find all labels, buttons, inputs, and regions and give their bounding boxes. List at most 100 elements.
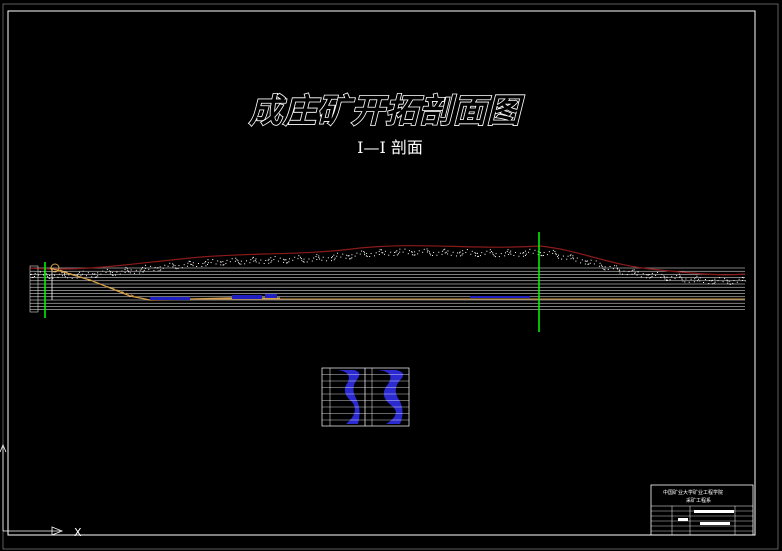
soil-dot xyxy=(447,253,449,255)
soil-dot xyxy=(562,255,564,257)
soil-dot xyxy=(699,280,701,282)
soil-dot xyxy=(85,275,87,277)
soil-dot xyxy=(381,249,383,251)
soil-dot xyxy=(412,254,414,256)
soil-dot xyxy=(139,272,141,274)
soil-dot xyxy=(513,254,515,256)
soil-dot xyxy=(97,272,99,274)
soil-dot xyxy=(267,259,269,261)
soil-dot xyxy=(561,258,563,260)
soil-dot xyxy=(93,273,95,275)
soil-dot xyxy=(215,263,217,265)
soil-dot xyxy=(674,278,676,280)
soil-dot xyxy=(523,252,525,254)
soil-dot xyxy=(682,280,684,282)
soil-dot xyxy=(91,276,93,278)
soil-dot xyxy=(651,275,653,277)
soil-dot xyxy=(637,271,639,273)
soil-dot xyxy=(490,250,492,252)
ucs-axis-icon: X xyxy=(0,443,82,539)
soil-dot xyxy=(741,279,743,281)
soil-dot xyxy=(292,259,294,261)
soil-dot xyxy=(148,268,150,270)
soil-dot xyxy=(712,283,714,285)
soil-dot xyxy=(552,249,554,251)
soil-dot xyxy=(433,251,435,253)
cad-drawing-canvas[interactable]: X xyxy=(0,0,782,551)
soil-dot xyxy=(157,270,159,272)
soil-dot xyxy=(679,275,681,277)
soil-dot xyxy=(284,259,286,261)
soil-dot xyxy=(456,252,458,254)
soil-dot xyxy=(495,253,497,255)
soil-dot xyxy=(696,275,698,277)
soil-dot xyxy=(142,271,144,273)
soil-dot xyxy=(124,268,126,270)
soil-dot xyxy=(207,259,209,261)
soil-dot xyxy=(461,254,463,256)
soil-dot xyxy=(711,279,713,281)
soil-dot xyxy=(525,255,527,257)
soil-dot xyxy=(268,262,270,264)
soil-dot xyxy=(573,258,575,260)
soil-dot xyxy=(330,257,332,259)
soil-dot xyxy=(722,281,724,283)
soil-dot xyxy=(102,270,104,272)
soil-dot xyxy=(285,262,287,264)
soil-dot xyxy=(690,278,692,280)
soil-dot xyxy=(510,250,512,252)
soil-dot xyxy=(31,273,33,275)
svg-text:X: X xyxy=(74,526,82,539)
soil-dot xyxy=(49,278,51,280)
soil-dot xyxy=(742,276,744,278)
soil-dot xyxy=(445,251,447,253)
soil-dot xyxy=(695,277,697,279)
title-block-line1: 中国矿业大学矿业工程学院 xyxy=(663,490,724,496)
soil-dot xyxy=(346,254,348,256)
soil-dot xyxy=(602,267,604,269)
soil-dot xyxy=(126,268,128,270)
soil-dot xyxy=(112,274,114,276)
soil-dot xyxy=(666,279,668,281)
soil-dot xyxy=(316,254,318,256)
soil-dot xyxy=(299,256,301,258)
soil-dot xyxy=(336,255,338,257)
soil-dot xyxy=(205,265,207,267)
soil-dot xyxy=(681,278,683,280)
soil-dot xyxy=(172,266,174,268)
soil-dot xyxy=(286,262,288,264)
soil-dot xyxy=(340,256,342,258)
soil-dot xyxy=(106,269,108,271)
soil-dot xyxy=(331,256,333,258)
soil-dot xyxy=(39,271,41,273)
soil-dot xyxy=(724,278,726,280)
soil-dot xyxy=(426,251,428,253)
soil-dot xyxy=(34,275,36,277)
soil-dot xyxy=(614,265,616,267)
soil-dot xyxy=(303,261,305,263)
soil-dot xyxy=(661,273,663,275)
soil-dot xyxy=(507,249,509,251)
soil-dot xyxy=(632,269,634,271)
soil-dot xyxy=(351,257,353,259)
soil-dot xyxy=(555,254,557,256)
soil-dot xyxy=(109,270,111,272)
soil-dot xyxy=(649,277,651,279)
soil-dot xyxy=(258,262,260,264)
soil-dot xyxy=(133,272,135,274)
soil-dot xyxy=(347,255,349,257)
soil-dot xyxy=(524,250,526,252)
soil-dot xyxy=(350,258,352,260)
soil-dot xyxy=(726,279,728,281)
soil-dot xyxy=(593,263,595,265)
soil-dot xyxy=(736,281,738,283)
soil-dot xyxy=(121,270,123,272)
soil-dot xyxy=(465,252,467,254)
soil-dot xyxy=(308,258,310,260)
soil-dot xyxy=(543,251,545,253)
soil-dot xyxy=(345,257,347,259)
soil-dot xyxy=(234,260,236,262)
soil-dot xyxy=(231,258,233,260)
soil-dot xyxy=(727,280,729,282)
soil-dot xyxy=(444,252,446,254)
